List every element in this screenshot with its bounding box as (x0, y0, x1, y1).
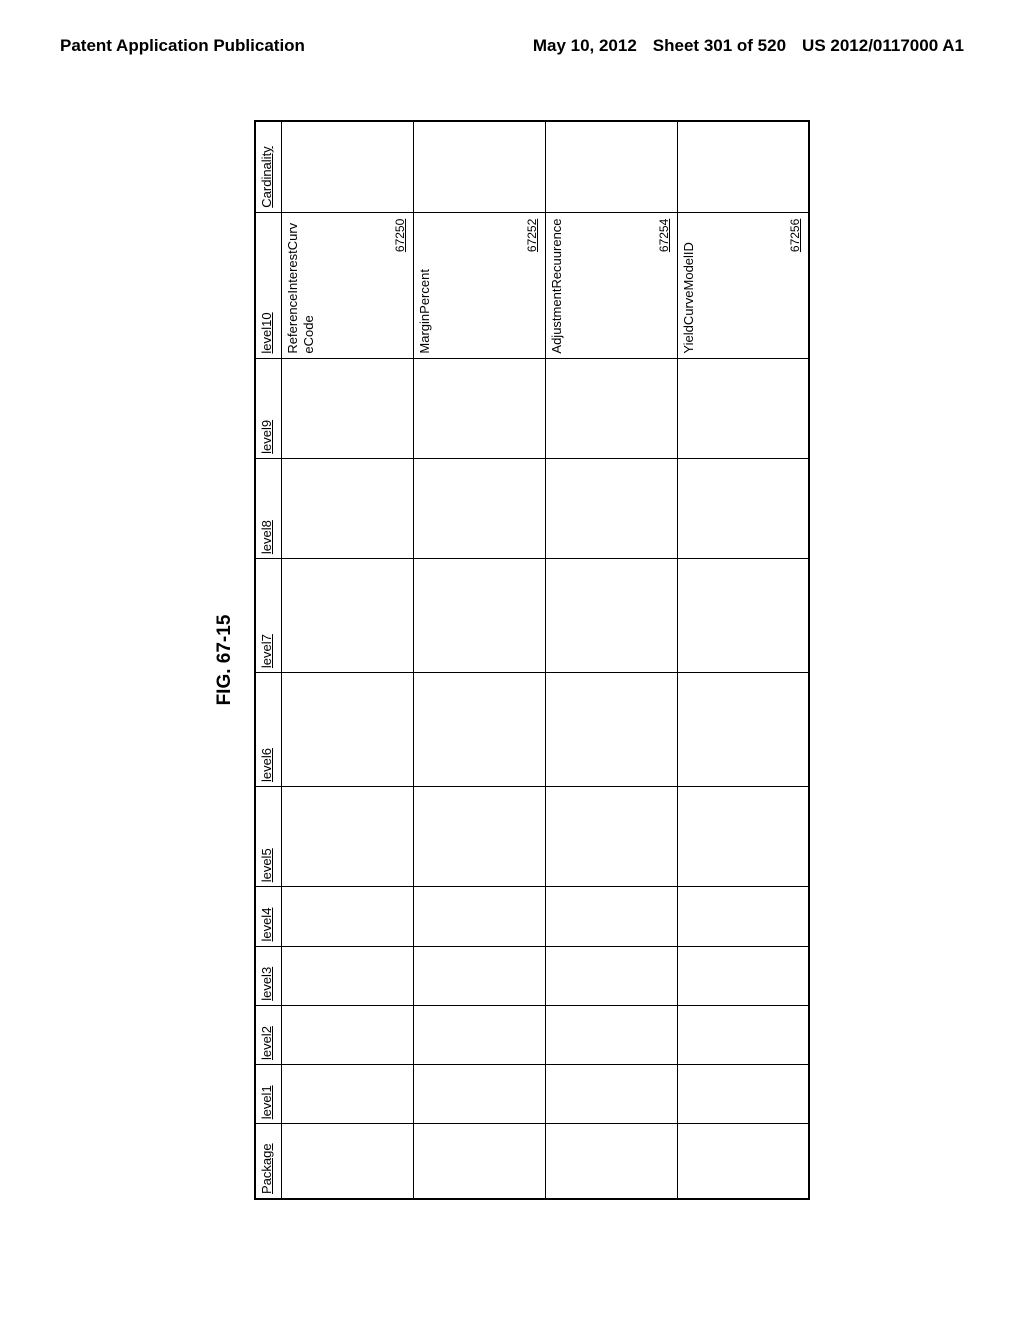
table-row: MarginPercent 67252 (413, 121, 545, 1199)
col-header: level7 (255, 559, 281, 673)
cell-level1 (281, 1065, 413, 1124)
cell-level8 (677, 458, 809, 558)
cell-level3 (677, 946, 809, 1005)
col-header: level6 (255, 673, 281, 787)
cell-level4 (413, 887, 545, 946)
cell-cardinality (545, 121, 677, 212)
cell-level5 (413, 787, 545, 887)
figure-label: FIG. 67-15 (214, 120, 236, 1200)
col-header: level2 (255, 1005, 281, 1064)
cell-package (545, 1124, 677, 1199)
reference-number: 67250 (393, 219, 408, 252)
cell-level8 (413, 458, 545, 558)
level10-text: MarginPercent (417, 269, 432, 354)
table-row: ReferenceInterestCurveCode 67250 (281, 121, 413, 1199)
cell-level9 (545, 358, 677, 458)
cell-level8 (545, 458, 677, 558)
header-pubnum: US 2012/0117000 A1 (802, 36, 964, 56)
cell-level1 (413, 1065, 545, 1124)
cell-level6 (281, 673, 413, 787)
header-left: Patent Application Publication (60, 36, 305, 56)
cell-level6 (677, 673, 809, 787)
col-header: level5 (255, 787, 281, 887)
col-header: level9 (255, 358, 281, 458)
table-header-row: Package level1 level2 level3 level4 leve… (255, 121, 281, 1199)
cell-level3 (545, 946, 677, 1005)
cell-package (677, 1124, 809, 1199)
cell-level7 (545, 559, 677, 673)
cell-level6 (545, 673, 677, 787)
cell-level3 (281, 946, 413, 1005)
col-header: level8 (255, 458, 281, 558)
header-date: May 10, 2012 (533, 36, 637, 56)
cell-level9 (413, 358, 545, 458)
cell-level9 (677, 358, 809, 458)
cell-level6 (413, 673, 545, 787)
cell-level7 (413, 559, 545, 673)
table-row: YieldCurveModelID 67256 (677, 121, 809, 1199)
col-header: Cardinality (255, 121, 281, 212)
cell-level4 (677, 887, 809, 946)
cell-package (413, 1124, 545, 1199)
level10-text: AdjustmentRecuurence (549, 218, 564, 353)
page-header: Patent Application Publication May 10, 2… (0, 36, 1024, 56)
table-row: AdjustmentRecuurence 67254 (545, 121, 677, 1199)
col-header: level4 (255, 887, 281, 946)
cell-level3 (413, 946, 545, 1005)
cell-level2 (545, 1005, 677, 1064)
cell-level10: MarginPercent 67252 (413, 212, 545, 358)
col-header: level3 (255, 946, 281, 1005)
cell-level7 (677, 559, 809, 673)
cell-level5 (281, 787, 413, 887)
cell-level1 (545, 1065, 677, 1124)
cell-level4 (545, 887, 677, 946)
level10-text: YieldCurveModelID (681, 242, 696, 354)
cell-level2 (413, 1005, 545, 1064)
cell-cardinality (413, 121, 545, 212)
cell-package (281, 1124, 413, 1199)
col-header: Package (255, 1124, 281, 1199)
cell-level9 (281, 358, 413, 458)
col-header: level1 (255, 1065, 281, 1124)
reference-number: 67254 (657, 219, 672, 252)
cell-cardinality (677, 121, 809, 212)
cell-level10: AdjustmentRecuurence 67254 (545, 212, 677, 358)
cell-level5 (545, 787, 677, 887)
cell-level2 (677, 1005, 809, 1064)
cell-level8 (281, 458, 413, 558)
cell-level2 (281, 1005, 413, 1064)
header-sheet: Sheet 301 of 520 (653, 36, 786, 56)
cell-level10: ReferenceInterestCurveCode 67250 (281, 212, 413, 358)
cell-cardinality (281, 121, 413, 212)
reference-number: 67252 (525, 219, 540, 252)
cell-level5 (677, 787, 809, 887)
col-header: level10 (255, 212, 281, 358)
cell-level7 (281, 559, 413, 673)
figure-content: FIG. 67-15 Package level1 level2 level3 … (214, 120, 810, 1200)
cell-level10: YieldCurveModelID 67256 (677, 212, 809, 358)
reference-number: 67256 (788, 219, 803, 252)
cell-level4 (281, 887, 413, 946)
data-table: Package level1 level2 level3 level4 leve… (254, 120, 810, 1200)
cell-level1 (677, 1065, 809, 1124)
level10-text: ReferenceInterestCurveCode (285, 223, 316, 354)
